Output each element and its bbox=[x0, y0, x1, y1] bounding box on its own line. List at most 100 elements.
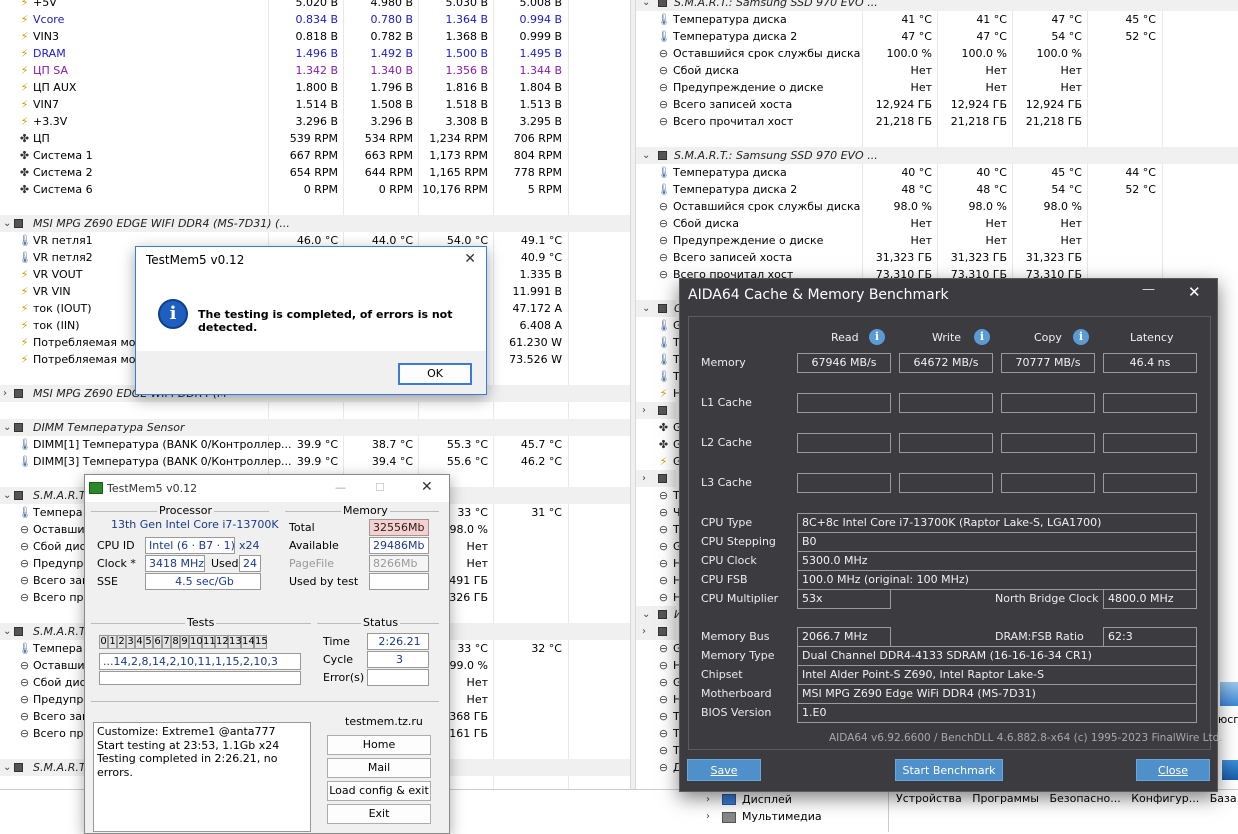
test-cell[interactable]: 2 bbox=[117, 635, 126, 649]
sensor-group-row[interactable]: › bbox=[636, 402, 676, 419]
test-cell[interactable]: 15 bbox=[254, 635, 268, 649]
load-config-exit-button[interactable]: Load config & exit bbox=[327, 781, 431, 801]
sensor-row[interactable]: ⚡ G bbox=[636, 453, 682, 470]
test-cell[interactable]: 10 bbox=[189, 635, 203, 649]
close-button[interactable]: Close bbox=[1136, 759, 1210, 781]
sensor-group-row[interactable]: ⌄И bbox=[636, 606, 682, 623]
ok-button[interactable]: OK bbox=[398, 363, 472, 385]
sensor-row[interactable]: ⊖ Сбой диска Нет Нет Нет bbox=[636, 62, 1238, 79]
sensor-row[interactable]: ⊖ H bbox=[636, 555, 681, 572]
expand-toggle-icon[interactable]: ⌄ bbox=[3, 623, 11, 640]
sensor-row[interactable]: ⚡ VIN3 0.818 В 0.782 В 1.368 В 0.999 В bbox=[0, 28, 630, 45]
sensor-group-row[interactable]: ⌄ S.M.A.R.T.: Samsung SSD 970 EVO ... bbox=[636, 0, 1238, 11]
expand-toggle-icon[interactable]: ⌄ bbox=[642, 606, 650, 623]
sensor-row[interactable]: ⊖ G bbox=[636, 640, 682, 657]
test-cell[interactable]: 11 bbox=[202, 635, 216, 649]
sensor-row[interactable]: 🌡 DIMM[1] Температура (BANK 0/Контроллер.… bbox=[0, 436, 630, 453]
expand-toggle-icon[interactable]: › bbox=[3, 385, 7, 402]
sensor-row[interactable]: 🌡 T bbox=[636, 368, 680, 385]
sensor-group-row[interactable]: ⌄ DIMM Температура Sensor bbox=[0, 419, 630, 436]
sensor-row[interactable]: ⊖ Оставшийся срок службы диска 100.0 % 100.… bbox=[636, 45, 1238, 62]
sensor-row[interactable]: ⊖ H bbox=[636, 657, 681, 674]
sensor-row[interactable]: ⊖ T bbox=[636, 708, 680, 725]
sensor-row[interactable]: ⊖ Всего записей хоста 31,323 ГБ 31,323 ГБ 31… bbox=[636, 249, 1238, 266]
sensor-row[interactable]: ⚡ DRAM 1.496 В 1.492 В 1.500 В 1.495 В bbox=[0, 45, 630, 62]
mail-button[interactable]: Mail bbox=[327, 758, 431, 778]
expand-toggle-icon[interactable]: › bbox=[642, 402, 646, 419]
expand-toggle-icon[interactable]: ⌄ bbox=[3, 215, 11, 232]
expand-toggle-icon[interactable]: ⌄ bbox=[642, 0, 650, 11]
test-cell[interactable]: 7 bbox=[162, 635, 171, 649]
home-button[interactable]: Home bbox=[327, 735, 431, 755]
minimize-icon[interactable]: — bbox=[1142, 282, 1155, 297]
close-icon[interactable]: ✕ bbox=[1188, 283, 1201, 301]
sensor-row[interactable]: ✤ G bbox=[636, 436, 682, 453]
test-cell[interactable]: 6 bbox=[153, 635, 162, 649]
sensor-row[interactable]: ⚡ H bbox=[636, 385, 682, 402]
sensor-row[interactable]: ⚡ VIN7 1.514 В 1.508 В 1.518 В 1.513 В bbox=[0, 96, 630, 113]
sensor-row[interactable]: ⊖ Предупреждение о диске Нет Нет Нет bbox=[636, 79, 1238, 96]
sensor-row[interactable]: ✤ G bbox=[636, 419, 682, 436]
sensor-row[interactable]: 🌡 T bbox=[636, 334, 680, 351]
sensor-row[interactable]: ⊖ H bbox=[636, 572, 681, 589]
sensor-row[interactable]: 🌡 DIMM[3] Температура (BANK 0/Контроллер.… bbox=[0, 453, 630, 470]
sensor-row[interactable]: 🌡 Температура диска 41 °C 41 °C 47 °C 45 °C bbox=[636, 11, 1238, 28]
expand-toggle-icon[interactable]: ⌄ bbox=[3, 487, 11, 504]
sensor-row[interactable]: ⚡ ЦП AUX 1.800 В 1.796 В 1.816 В 1.804 В bbox=[0, 79, 630, 96]
test-cell[interactable]: 0 bbox=[99, 635, 108, 649]
sensor-row[interactable]: ✤ ЦП 539 RPM 534 RPM 1,234 RPM 706 RPM bbox=[0, 130, 630, 147]
save-button[interactable]: Save bbox=[687, 759, 761, 781]
sensor-row[interactable]: ⊖ H bbox=[636, 589, 681, 606]
test-cell[interactable]: 12 bbox=[215, 635, 229, 649]
minimize-icon[interactable]: — bbox=[335, 474, 346, 501]
category-tabs[interactable]: Устройства Программы Безопасно... Конфиг… bbox=[896, 792, 1238, 805]
sensor-row[interactable]: 🌡 Температура диска 2 47 °C 47 °C 54 °C 52 °C bbox=[636, 28, 1238, 45]
sensor-row[interactable]: ⊖ G bbox=[636, 538, 682, 555]
sensor-row[interactable]: ⊖ T bbox=[636, 487, 680, 504]
sensor-row[interactable]: ⊖ Сбой диска Нет Нет Нет bbox=[636, 215, 1238, 232]
expand-toggle-icon[interactable]: › bbox=[642, 623, 646, 640]
sensor-row[interactable]: ⊖ Оставшийся срок службы диска 98.0 % 98.0 … bbox=[636, 198, 1238, 215]
desktop-icon[interactable] bbox=[1220, 682, 1238, 706]
expand-toggle-icon[interactable]: ⌄ bbox=[642, 300, 650, 317]
sensor-group-row[interactable]: › bbox=[636, 470, 676, 487]
sensor-row[interactable]: ⚡ Vcore 0.834 В 0.780 В 1.364 В 0.994 В bbox=[0, 11, 630, 28]
exit-button[interactable]: Exit bbox=[327, 804, 431, 824]
test-cell[interactable]: 5 bbox=[144, 635, 153, 649]
sensor-row[interactable]: 🌡 Температура диска 2 48 °C 48 °C 54 °C 52 °C bbox=[636, 181, 1238, 198]
info-icon[interactable]: i bbox=[974, 329, 990, 345]
expand-toggle-icon[interactable]: ⌄ bbox=[642, 147, 650, 164]
expand-toggle-icon[interactable]: › bbox=[642, 470, 646, 487]
sensor-row[interactable]: ⊖ G bbox=[636, 674, 682, 691]
sensor-row[interactable]: 🌡 G bbox=[636, 317, 682, 334]
close-icon[interactable]: ✕ bbox=[421, 474, 433, 501]
sensor-row[interactable]: ⊖ T bbox=[636, 742, 680, 759]
sensor-group-row[interactable]: ⌄ MSI MPG Z690 EDGE WIFI DDR4 (MS-7D31) (… bbox=[0, 215, 630, 232]
sensor-row[interactable]: 🌡 T bbox=[636, 351, 680, 368]
sensor-row[interactable]: ⊖ Ч bbox=[636, 504, 681, 521]
log-textbox[interactable]: Customize: Extreme1 @anta777 Start testin… bbox=[93, 722, 311, 832]
expand-toggle-icon[interactable]: ⌄ bbox=[3, 419, 11, 436]
close-icon[interactable]: ✕ bbox=[464, 251, 476, 267]
sensor-row[interactable]: ⊖ Всего записей хоста 12,924 ГБ 12,924 ГБ 12… bbox=[636, 96, 1238, 113]
expand-toggle-icon[interactable]: ⌄ bbox=[3, 759, 11, 776]
test-cell[interactable]: 3 bbox=[126, 635, 135, 649]
test-cell[interactable]: 8 bbox=[171, 635, 180, 649]
test-cell[interactable]: 1 bbox=[108, 635, 117, 649]
sensor-group-row[interactable]: ⌄G bbox=[636, 300, 683, 317]
sensor-row[interactable]: ⚡ +5V 5.020 В 4.980 В 5.030 В 5.008 В bbox=[0, 0, 630, 11]
sensor-row[interactable]: ⊖ T bbox=[636, 725, 680, 742]
info-icon[interactable]: i bbox=[869, 329, 885, 345]
sensor-row[interactable]: ⊖ H bbox=[636, 691, 681, 708]
sensor-group-row[interactable]: ⌄ S.M.A.R.T.: Samsung SSD 970 EVO ... bbox=[636, 147, 1238, 164]
sensor-row[interactable]: ⚡ ЦП SA 1.342 В 1.340 В 1.356 В 1.344 В bbox=[0, 62, 630, 79]
sensor-row[interactable]: 🌡 Температура диска 40 °C 40 °C 45 °C 44 °C bbox=[636, 164, 1238, 181]
sensor-group-row[interactable]: › bbox=[636, 623, 676, 640]
sensor-row[interactable]: ⚡ +3.3V 3.296 В 3.296 В 3.308 В 3.295 В bbox=[0, 113, 630, 130]
start-benchmark-button[interactable]: Start Benchmark bbox=[895, 759, 1003, 781]
info-icon[interactable]: i bbox=[1073, 329, 1089, 345]
sensor-row[interactable]: ⊖ T bbox=[636, 521, 680, 538]
tree-item-multimedia[interactable]: Мультимедиа bbox=[742, 810, 822, 823]
sensor-row[interactable]: ✤ Система 2 654 RPM 644 RPM 1,165 RPM 778 RPM bbox=[0, 164, 630, 181]
test-cell[interactable]: 9 bbox=[180, 635, 189, 649]
